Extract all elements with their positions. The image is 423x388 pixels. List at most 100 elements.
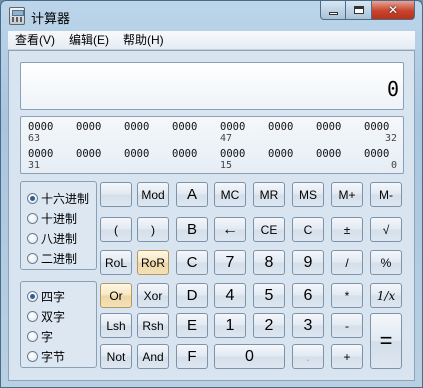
left-paren-button[interactable]: ( [100, 217, 132, 242]
digit-4-button[interactable]: 4 [214, 283, 246, 308]
hex-e-button[interactable]: E [176, 313, 208, 338]
title-bar[interactable]: 计算器 ✕ [1, 1, 422, 31]
not-button[interactable]: Not [100, 344, 132, 369]
base-panel: 十六进制 十进制 八进制 二进制 [20, 181, 97, 270]
radio-icon [27, 350, 38, 362]
digit-7-button[interactable]: 7 [214, 250, 246, 275]
digit-8-button[interactable]: 8 [253, 250, 285, 275]
bit-index: 0 [390, 160, 397, 171]
close-button[interactable]: ✕ [372, 1, 415, 20]
bits-group[interactable]: 0000 [76, 121, 101, 133]
decimal-button[interactable]: . [292, 344, 324, 369]
bit-index: 31 [28, 160, 41, 171]
menu-view[interactable]: 查看(V) [8, 31, 62, 50]
radio-byte[interactable]: 字节 [27, 348, 65, 364]
bits-group[interactable]: 0000 [268, 148, 293, 160]
calculator-body: 0 0000 0000 0000 0000 0000 0000 0000 000… [8, 50, 415, 381]
bit-index: 32 [384, 133, 397, 144]
bits-group[interactable]: 0000 [268, 121, 293, 133]
memory-subtract-button[interactable]: M- [370, 182, 402, 207]
bits-group[interactable]: 0000 [364, 121, 389, 133]
digit-3-button[interactable]: 3 [292, 313, 324, 338]
hex-f-button[interactable]: F [176, 344, 208, 369]
hex-b-button[interactable]: B [176, 217, 208, 242]
maximize-icon [353, 6, 364, 14]
memory-add-button[interactable]: M+ [331, 182, 363, 207]
digit-6-button[interactable]: 6 [292, 283, 324, 308]
radio-qword[interactable]: 四字 [27, 288, 65, 304]
radio-label: 字 [41, 329, 54, 344]
memory-recall-button[interactable]: MR [253, 182, 285, 207]
radio-icon [27, 252, 38, 264]
reciprocal-button[interactable]: 1/x [370, 283, 402, 308]
bits-group[interactable]: 0000 [172, 148, 197, 160]
bits-group[interactable]: 0000 [220, 148, 245, 160]
radio-oct[interactable]: 八进制 [27, 230, 77, 246]
bit-display: 0000 0000 0000 0000 0000 0000 0000 0000 … [20, 116, 404, 174]
radio-icon [27, 212, 38, 224]
bits-group[interactable]: 0000 [124, 148, 149, 160]
digit-9-button[interactable]: 9 [292, 250, 324, 275]
digit-0-button[interactable]: 0 [214, 344, 285, 369]
subtract-button[interactable]: - [331, 313, 363, 338]
mod-button[interactable]: Mod [137, 182, 169, 207]
rotate-left-button[interactable]: RoL [100, 250, 132, 275]
multiply-button[interactable]: * [331, 283, 363, 308]
backspace-button[interactable]: ← [214, 217, 246, 242]
bits-group[interactable]: 0000 [316, 148, 341, 160]
clear-button[interactable]: C [292, 217, 324, 242]
negate-button[interactable]: ± [331, 217, 363, 242]
equals-button[interactable]: = [370, 313, 402, 369]
radio-dword[interactable]: 双字 [27, 308, 65, 324]
radio-hex[interactable]: 十六进制 [27, 190, 89, 206]
hex-a-button[interactable]: A [176, 182, 208, 207]
blank-key [100, 182, 132, 207]
radio-label: 八进制 [41, 231, 78, 246]
result-display: 0 [20, 62, 404, 110]
radio-label: 二进制 [41, 251, 78, 266]
bits-group[interactable]: 0000 [76, 148, 101, 160]
right-shift-button[interactable]: Rsh [137, 313, 169, 338]
bits-group[interactable]: 0000 [28, 121, 53, 133]
radio-label: 双字 [41, 309, 66, 324]
sqrt-button[interactable]: √ [370, 217, 402, 242]
maximize-button[interactable] [346, 1, 372, 20]
add-button[interactable]: + [331, 344, 363, 369]
bits-group[interactable]: 0000 [124, 121, 149, 133]
or-button[interactable]: Or [100, 283, 132, 308]
radio-label: 四字 [41, 289, 66, 304]
digit-1-button[interactable]: 1 [214, 313, 246, 338]
radio-dec[interactable]: 十进制 [27, 210, 77, 226]
radio-bin[interactable]: 二进制 [27, 250, 77, 266]
radio-icon [27, 290, 38, 302]
memory-clear-button[interactable]: MC [214, 182, 246, 207]
menu-help[interactable]: 帮助(H) [116, 31, 171, 50]
bits-group[interactable]: 0000 [220, 121, 245, 133]
xor-button[interactable]: Xor [137, 283, 169, 308]
menu-bar: 查看(V) 编辑(E) 帮助(H) [8, 31, 415, 50]
and-button[interactable]: And [137, 344, 169, 369]
menu-edit[interactable]: 编辑(E) [62, 31, 116, 50]
digit-2-button[interactable]: 2 [253, 313, 285, 338]
rotate-right-button[interactable]: RoR [137, 250, 169, 275]
minimize-button[interactable] [320, 1, 346, 20]
bit-index: 47 [220, 133, 233, 144]
window-controls: ✕ [320, 1, 415, 21]
divide-button[interactable]: / [331, 250, 363, 275]
bits-group[interactable]: 0000 [172, 121, 197, 133]
bits-group[interactable]: 0000 [316, 121, 341, 133]
minimize-icon [328, 11, 338, 15]
hex-d-button[interactable]: D [176, 283, 208, 308]
digit-5-button[interactable]: 5 [253, 283, 285, 308]
bit-index: 63 [28, 133, 41, 144]
bits-group[interactable]: 0000 [364, 148, 389, 160]
hex-c-button[interactable]: C [176, 250, 208, 275]
memory-store-button[interactable]: MS [292, 182, 324, 207]
percent-button[interactable]: % [370, 250, 402, 275]
radio-word[interactable]: 字 [27, 328, 53, 344]
left-shift-button[interactable]: Lsh [100, 313, 132, 338]
bit-index: 15 [220, 160, 233, 171]
clear-entry-button[interactable]: CE [253, 217, 285, 242]
right-paren-button[interactable]: ) [137, 217, 169, 242]
bits-group[interactable]: 0000 [28, 148, 53, 160]
